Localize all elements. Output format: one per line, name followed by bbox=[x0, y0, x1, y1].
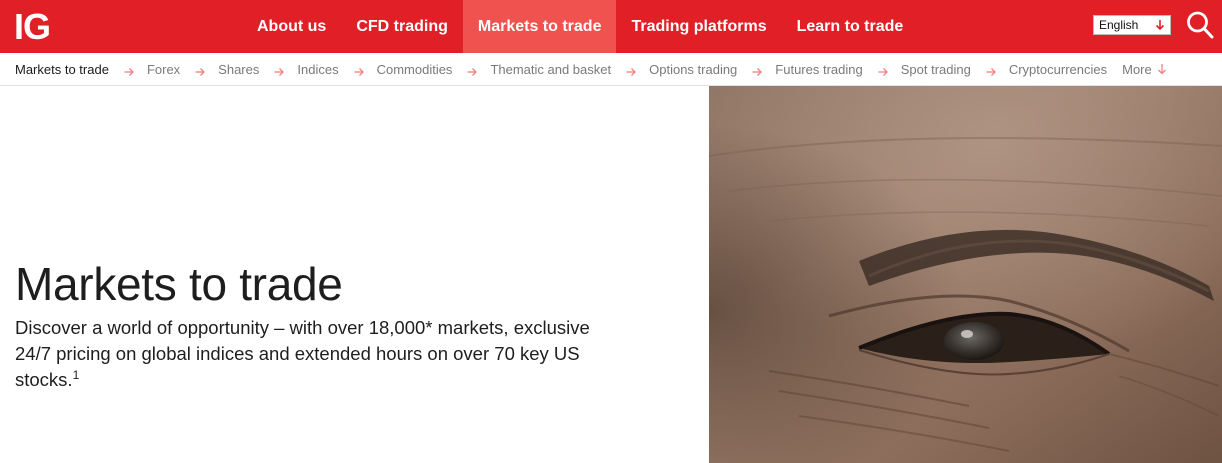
arrow-right-icon bbox=[354, 64, 364, 76]
hero-description: Discover a world of opportunity – with o… bbox=[15, 315, 615, 393]
search-icon[interactable] bbox=[1186, 10, 1214, 40]
arrow-right-icon bbox=[752, 64, 763, 76]
arrow-right-icon bbox=[467, 64, 478, 76]
language-select[interactable]: English bbox=[1093, 15, 1171, 35]
language-select-value: English bbox=[1099, 18, 1139, 32]
arrow-right-icon bbox=[986, 64, 996, 76]
subnav-item-thematic-and-basket[interactable]: Thematic and basket bbox=[490, 62, 611, 77]
arrow-down-icon bbox=[1155, 20, 1165, 31]
hero-description-text: Discover a world of opportunity – with o… bbox=[15, 317, 590, 390]
arrow-right-icon bbox=[626, 64, 637, 76]
subnav-item-indices[interactable]: Indices bbox=[297, 62, 338, 77]
arrow-right-icon bbox=[124, 64, 134, 76]
subnav-item-forex[interactable]: Forex bbox=[147, 62, 180, 77]
subnav-current[interactable]: Markets to trade bbox=[15, 62, 109, 77]
ig-logo[interactable]: IG bbox=[14, 9, 62, 45]
subnav-item-shares[interactable]: Shares bbox=[218, 62, 259, 77]
nav-cfd-trading[interactable]: CFD trading bbox=[341, 0, 463, 53]
arrow-right-icon bbox=[195, 64, 206, 76]
main-nav: About us CFD trading Markets to trade Tr… bbox=[242, 0, 918, 53]
nav-about-us[interactable]: About us bbox=[242, 0, 341, 53]
subnav-item-options-trading[interactable]: Options trading bbox=[649, 62, 737, 77]
subnav-more-button[interactable]: More bbox=[1122, 62, 1167, 77]
hero-image bbox=[709, 86, 1222, 463]
arrow-right-icon bbox=[878, 64, 888, 76]
hero-section: Markets to trade Discover a world of opp… bbox=[15, 255, 655, 393]
arrow-right-icon bbox=[274, 64, 285, 76]
arrow-down-icon bbox=[1157, 64, 1166, 75]
page-title: Markets to trade bbox=[15, 258, 343, 310]
nav-markets-to-trade[interactable]: Markets to trade bbox=[462, 0, 617, 53]
sub-nav: Markets to trade Forex Shares Indices Commo… bbox=[0, 53, 1222, 86]
subnav-item-cryptocurrencies[interactable]: Cryptocurrencies bbox=[1009, 62, 1107, 77]
subnav-more-label: More bbox=[1122, 61, 1152, 77]
footnote-marker[interactable]: 1 bbox=[73, 368, 80, 382]
nav-learn-to-trade[interactable]: Learn to trade bbox=[782, 0, 919, 53]
subnav-item-futures-trading[interactable]: Futures trading bbox=[775, 62, 862, 77]
subnav-item-spot-trading[interactable]: Spot trading bbox=[901, 62, 971, 77]
nav-trading-platforms[interactable]: Trading platforms bbox=[616, 0, 781, 53]
top-header: IG About us CFD trading Markets to trade… bbox=[0, 0, 1222, 53]
subnav-item-commodities[interactable]: Commodities bbox=[377, 62, 453, 77]
face-photo-illustration bbox=[709, 86, 1222, 463]
